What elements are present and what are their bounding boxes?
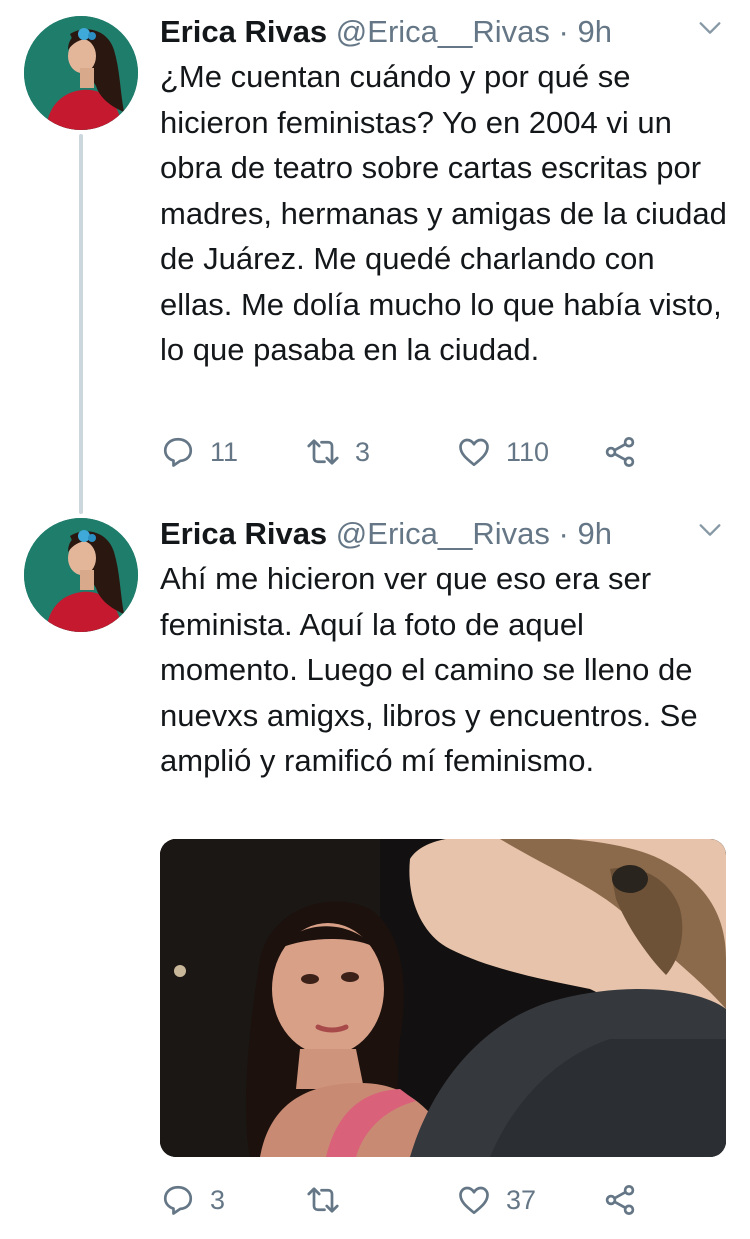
share-button[interactable] <box>602 428 638 476</box>
share-button[interactable] <box>602 1176 638 1224</box>
author-handle[interactable]: @Erica__Rivas <box>336 516 550 551</box>
photo-image <box>160 839 726 1157</box>
retweet-icon <box>307 1187 339 1213</box>
share-icon <box>605 437 635 467</box>
separator: · <box>558 14 569 49</box>
tweet-header: Erica Rivas @Erica__Rivas · 9h <box>160 12 720 52</box>
chevron-down-icon[interactable] <box>696 516 724 544</box>
like-button[interactable]: 110 <box>456 428 549 476</box>
like-count: 110 <box>506 436 550 467</box>
avatar[interactable] <box>24 518 138 632</box>
reply-button[interactable]: 11 <box>160 428 238 476</box>
chevron-down-icon[interactable] <box>696 14 724 42</box>
author-handle[interactable]: @Erica__Rivas <box>336 14 550 49</box>
tweet[interactable]: Erica Rivas @Erica__Rivas · 9h ¿Me cuent… <box>0 0 750 514</box>
tweet-text: ¿Me cuentan cuándo y por qué se hicieron… <box>160 59 727 367</box>
avatar[interactable] <box>24 16 138 130</box>
like-button[interactable]: 37 <box>456 1176 536 1224</box>
tweet-text: Ahí me hicieron ver que eso era ser femi… <box>160 561 698 778</box>
tweet-photo[interactable] <box>160 839 726 1157</box>
avatar-image <box>24 16 138 130</box>
tweet-actions: 11 3 110 <box>160 428 720 476</box>
reply-count: 3 <box>210 1184 226 1215</box>
retweet-button[interactable]: 3 <box>305 428 370 476</box>
reply-icon <box>163 437 193 467</box>
avatar-image <box>24 518 138 632</box>
heart-icon <box>459 1186 489 1215</box>
tweet-header: Erica Rivas @Erica__Rivas · 9h <box>160 514 720 554</box>
retweet-button[interactable] <box>305 1176 355 1224</box>
author-name[interactable]: Erica Rivas <box>160 14 327 49</box>
heart-icon <box>459 438 489 467</box>
reply-icon <box>163 1185 193 1215</box>
thread-line <box>79 134 83 514</box>
tweet[interactable]: Erica Rivas @Erica__Rivas · 9h Ahí me hi… <box>0 508 750 1239</box>
author-name[interactable]: Erica Rivas <box>160 516 327 551</box>
separator: · <box>558 516 569 551</box>
like-count: 37 <box>506 1184 537 1215</box>
retweet-icon <box>307 439 339 465</box>
reply-count: 11 <box>210 436 239 467</box>
tweet-actions: 3 37 <box>160 1176 720 1224</box>
share-icon <box>605 1185 635 1215</box>
retweet-count: 3 <box>355 436 371 467</box>
reply-button[interactable]: 3 <box>160 1176 225 1224</box>
timestamp[interactable]: 9h <box>577 516 611 551</box>
timestamp[interactable]: 9h <box>577 14 611 49</box>
